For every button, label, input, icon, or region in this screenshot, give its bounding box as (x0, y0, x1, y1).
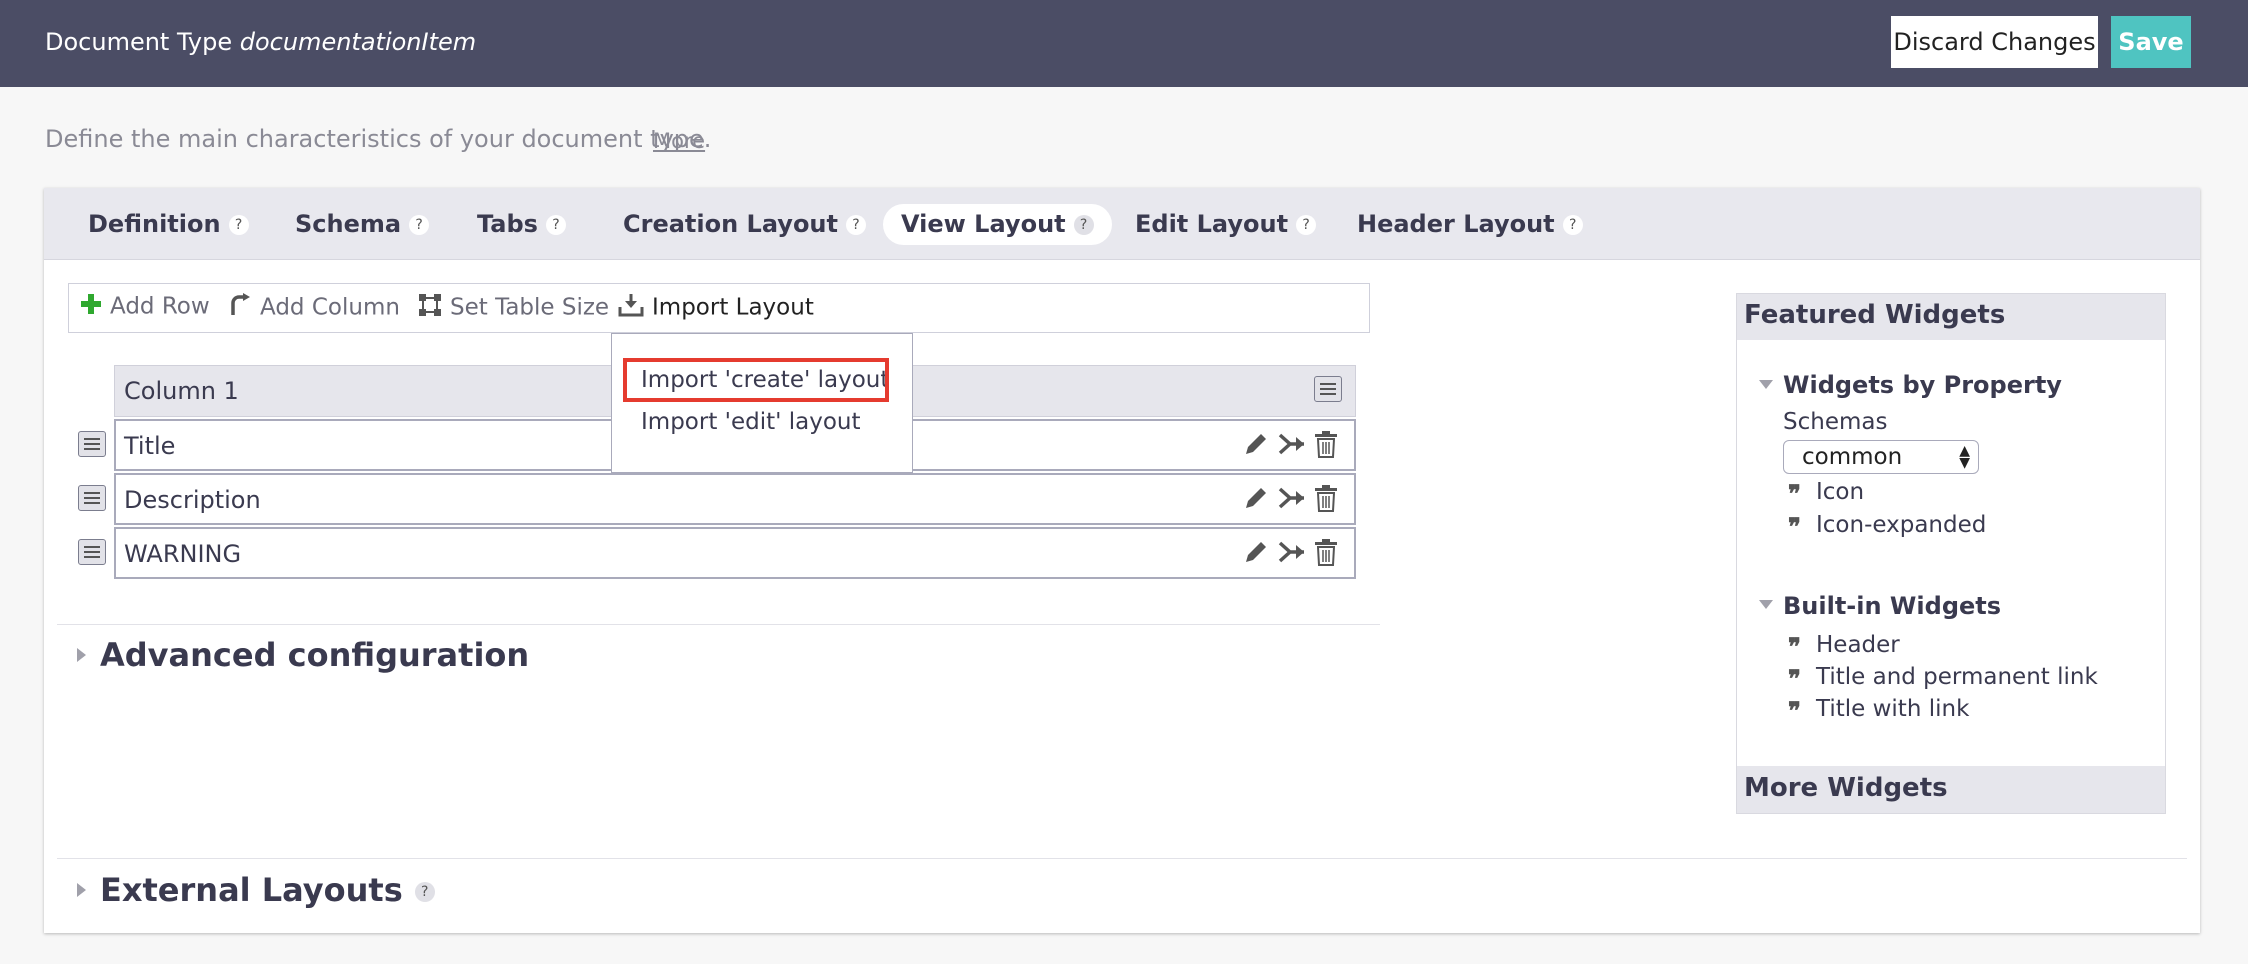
import-layout-button[interactable]: Import Layout (618, 293, 814, 323)
tab-label: Edit Layout (1135, 210, 1289, 238)
tab-header-layout[interactable]: Header Layout? (1357, 204, 1583, 245)
doc-type-label: Document Type (45, 28, 233, 56)
help-icon[interactable]: ? (409, 215, 430, 235)
featured-widgets-title: Featured Widgets (1744, 300, 2006, 330)
collapse-caret-icon[interactable] (1759, 380, 1773, 389)
split-icon[interactable] (1278, 431, 1306, 461)
import-edit-layout-item[interactable]: Import 'edit' layout (641, 409, 861, 435)
more-link[interactable]: More (653, 129, 705, 153)
trash-icon[interactable] (1314, 430, 1338, 462)
split-icon[interactable] (1278, 539, 1306, 569)
external-layouts-label: External Layouts (100, 871, 403, 909)
help-icon[interactable]: ? (414, 882, 435, 902)
schemas-label: Schemas (1783, 409, 1888, 435)
row-handle-icon[interactable] (78, 539, 106, 565)
download-icon (618, 293, 644, 323)
help-icon[interactable]: ? (1562, 215, 1583, 235)
row-label: Title (124, 432, 176, 460)
row-handle-icon[interactable] (78, 485, 106, 511)
row-handle-icon[interactable] (78, 431, 106, 457)
import-layout-label: Import Layout (652, 294, 814, 321)
select-arrows-icon: ▲ ▼ (1959, 443, 1970, 471)
trash-icon[interactable] (1314, 484, 1338, 516)
trash-icon[interactable] (1314, 538, 1338, 570)
row-label: WARNING (124, 540, 242, 568)
quote-icon: ❞ (1788, 632, 1801, 661)
add-row-button[interactable]: Add Row (80, 293, 210, 321)
tab-edit-layout[interactable]: Edit Layout? (1135, 204, 1317, 245)
resize-icon (418, 293, 442, 323)
help-icon[interactable]: ? (1073, 215, 1094, 235)
document-type-title: Document Type documentationItem (45, 28, 476, 56)
edit-icon[interactable] (1243, 485, 1269, 515)
add-column-button[interactable]: Add Column (228, 293, 400, 323)
expand-caret-icon[interactable] (77, 648, 86, 662)
collapse-caret-icon[interactable] (1759, 600, 1773, 609)
help-icon[interactable]: ? (228, 215, 249, 235)
page-description: Define the main characteristics of your … (45, 125, 712, 153)
row-label: Description (124, 486, 261, 514)
tab-tabs[interactable]: Tabs? (477, 204, 566, 245)
divider (57, 624, 1380, 625)
advanced-configuration-toggle[interactable]: Advanced configuration (100, 636, 529, 674)
tab-label: View Layout (901, 210, 1066, 238)
quote-icon: ❞ (1788, 664, 1801, 693)
tab-label: Schema (295, 210, 402, 238)
tab-label: Header Layout (1357, 210, 1555, 238)
quote-icon: ❞ (1788, 696, 1801, 725)
selected-schema: common (1802, 444, 1903, 470)
set-table-size-label: Set Table Size (450, 294, 610, 321)
widget-item[interactable]: Title with link (1816, 696, 1969, 722)
add-column-icon (228, 293, 252, 323)
divider (57, 858, 2187, 859)
layout-row (114, 473, 1356, 525)
external-layouts-toggle[interactable]: External Layouts? (100, 871, 435, 909)
highlight-box (623, 358, 889, 402)
widget-item[interactable]: Title and permanent link (1816, 664, 2098, 690)
edit-icon[interactable] (1243, 431, 1269, 461)
column-menu-icon[interactable] (1314, 376, 1342, 402)
import-layout-menu (611, 333, 913, 473)
discard-changes-button[interactable]: Discard Changes (1891, 16, 2098, 68)
column-title: Column 1 (124, 377, 239, 405)
tab-view-layout[interactable]: View Layout? (883, 204, 1112, 245)
tab-schema[interactable]: Schema? (295, 204, 430, 245)
add-row-label: Add Row (110, 293, 210, 320)
quote-icon: ❞ (1788, 479, 1801, 508)
expand-caret-icon[interactable] (77, 883, 86, 897)
more-widgets-title[interactable]: More Widgets (1744, 773, 1948, 803)
help-icon[interactable]: ? (1296, 215, 1317, 235)
help-icon[interactable]: ? (846, 215, 866, 235)
tab-label: Definition (88, 210, 221, 238)
widgets-by-property-title[interactable]: Widgets by Property (1783, 371, 2062, 399)
tab-label: Tabs (477, 210, 538, 238)
widget-item[interactable]: Icon-expanded (1816, 512, 1986, 538)
tab-definition[interactable]: Definition? (88, 204, 249, 245)
doc-type-name: documentationItem (239, 28, 477, 56)
widget-item[interactable]: Icon (1816, 479, 1864, 505)
tab-label: Creation Layout (623, 210, 838, 238)
save-button[interactable]: Save (2111, 16, 2191, 68)
tab-creation-layout[interactable]: Creation Layout? (623, 204, 866, 245)
split-icon[interactable] (1278, 485, 1306, 515)
help-icon[interactable]: ? (545, 215, 566, 235)
schema-select[interactable]: common ▲ ▼ (1783, 440, 1979, 474)
quote-icon: ❞ (1788, 512, 1801, 541)
edit-icon[interactable] (1243, 539, 1269, 569)
widget-item[interactable]: Header (1816, 632, 1900, 658)
set-table-size-button[interactable]: Set Table Size (418, 293, 609, 323)
add-column-label: Add Column (260, 294, 400, 321)
plus-icon (80, 293, 102, 321)
layout-row (114, 527, 1356, 579)
built-in-widgets-title[interactable]: Built-in Widgets (1783, 592, 2001, 620)
